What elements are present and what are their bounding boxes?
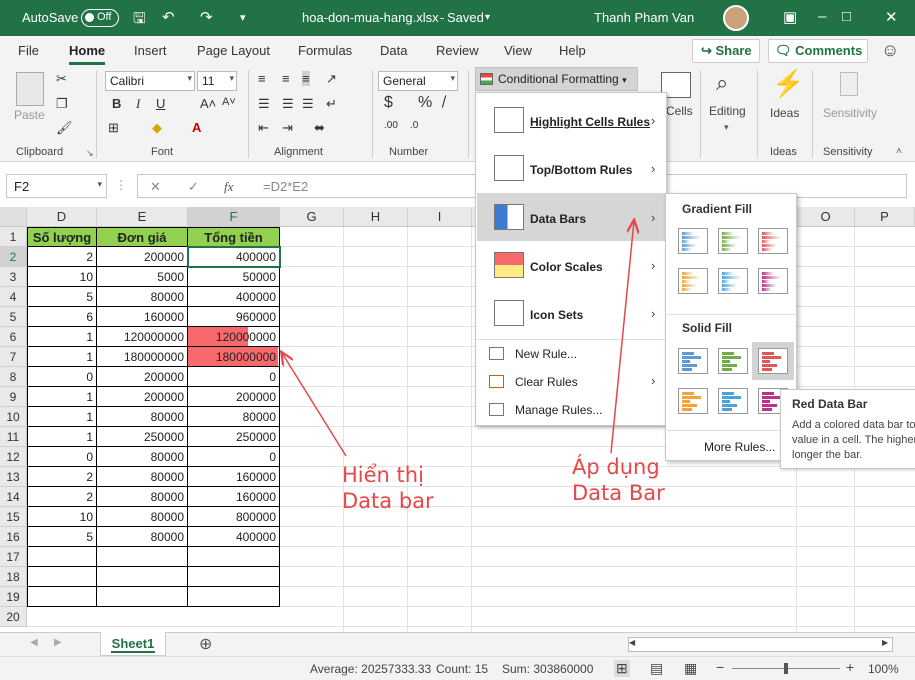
- annotation-arrows: [0, 0, 915, 457]
- annotation-line: Data bar: [342, 489, 434, 513]
- arrow-to-data-bar-cells: [282, 353, 347, 457]
- annotation-line: Data Bar: [572, 481, 665, 505]
- annotation-line: Áp dụng: [572, 455, 660, 479]
- annotation-line: Hiển thị: [342, 463, 424, 487]
- annotation-show-data-bar: Hiển thị Data bar: [342, 462, 434, 514]
- annotation-apply-data-bar: Áp dụng Data Bar: [572, 454, 665, 506]
- arrow-to-data-bars-menu: [610, 221, 634, 454]
